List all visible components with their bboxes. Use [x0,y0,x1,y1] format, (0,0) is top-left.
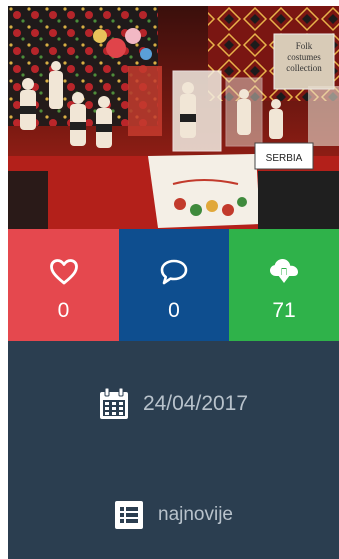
cloud-download-icon [268,257,300,287]
downloads-count: 71 [272,299,296,322]
folk-costumes-photo: Folk costumes collection SERBIA [8,6,339,229]
likes-count: 0 [57,299,70,322]
box-label-line-2: costumes [287,52,321,62]
box-label-line-1: Folk [296,41,313,51]
calendar-icon [99,388,129,420]
sort-label: najnovije [158,504,233,525]
stats-bar: 0 0 71 [8,229,339,341]
speech-bubble-icon [159,257,189,287]
upload-date: 24/04/2017 [142,392,249,415]
photo[interactable]: Folk costumes collection SERBIA [8,6,339,229]
likes-button[interactable]: 0 [8,229,119,341]
date-row: 24/04/2017 [8,386,339,422]
info-panel: 24/04/2017 najnovije [8,341,339,559]
box-label-line-3: collection [286,63,322,73]
heart-icon [49,257,79,287]
comments-count: 0 [168,299,180,322]
downloads-button[interactable]: 71 [229,229,339,341]
serbia-sign: SERBIA [266,153,303,164]
comments-button[interactable]: 0 [119,229,229,341]
sort-option[interactable]: najnovije [8,497,339,533]
photo-card: Folk costumes collection SERBIA 0 0 71 2… [8,6,339,559]
list-icon [114,500,144,530]
